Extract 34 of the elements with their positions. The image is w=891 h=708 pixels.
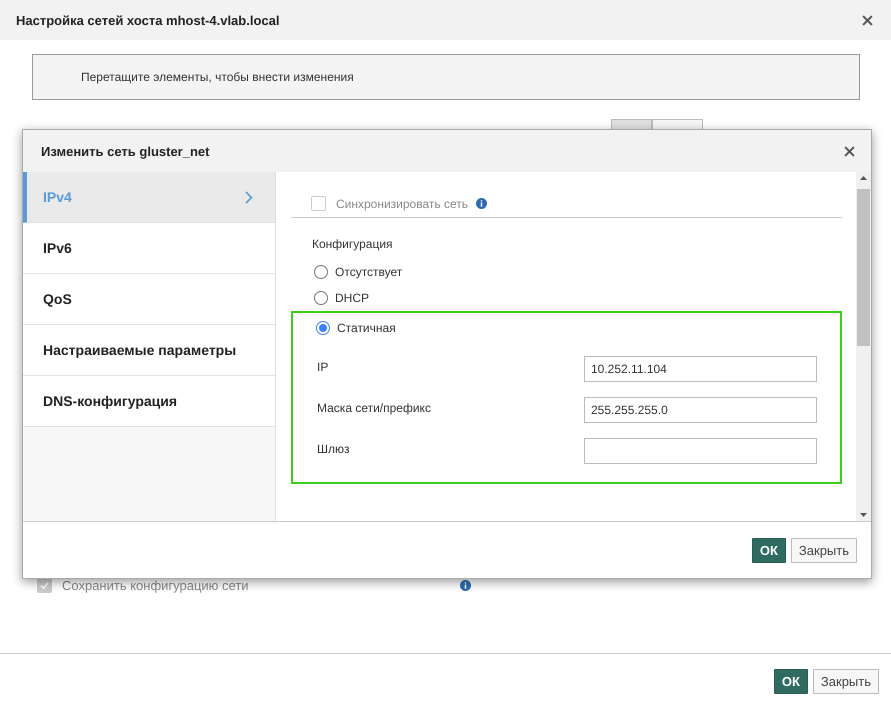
checkbox-label: Синхронизировать сеть [336,196,468,210]
ok-button[interactable]: ОК [774,668,808,694]
close-icon [844,146,855,156]
checkbox-label: Сохранить конфигурацию сети [62,578,250,592]
scrollbar[interactable] [856,172,871,521]
input-field[interactable]: 10.252.11.104 [584,356,817,382]
info-icon [476,198,487,209]
sidebar-tab[interactable]: Настраиваемые параметры [23,325,275,376]
close-button[interactable]: Закрыть [790,538,857,562]
field-label: Шлюз [317,442,350,456]
input-field[interactable]: 255.255.255.0 [584,397,817,423]
radio-label: DHCP [335,291,370,305]
sidebar-tab[interactable]: IPv6 [23,223,275,274]
radio-button[interactable] [314,291,328,305]
modal-title: Изменить сеть gluster_net [41,144,210,158]
radio-label: Статичная [337,321,396,335]
radio-button[interactable] [314,265,328,279]
radio-label: Отсутствует [335,265,402,279]
chevron-icon [245,190,253,204]
section-label: Конфигурация [312,237,394,251]
field-label: Маска сети/префикс [317,401,431,415]
check-icon [40,580,49,590]
close-icon [862,14,873,26]
hint-text: Перетащите элементы, чтобы внести изменения [81,70,354,84]
field-label: IP [317,360,328,374]
close-button[interactable] [842,144,857,158]
sidebar-tab[interactable]: DNS-конфигурация [23,376,275,427]
radio-button[interactable] [316,321,330,335]
input-field[interactable] [584,438,817,464]
ok-button[interactable]: ОК [752,538,786,562]
dialog-title: Настройка сетей хоста mhost-4.vlab.local [16,12,280,28]
close-button[interactable] [860,12,875,28]
close-button[interactable]: Закрыть [812,668,879,694]
sidebar-tab[interactable]: QoS [23,274,275,325]
